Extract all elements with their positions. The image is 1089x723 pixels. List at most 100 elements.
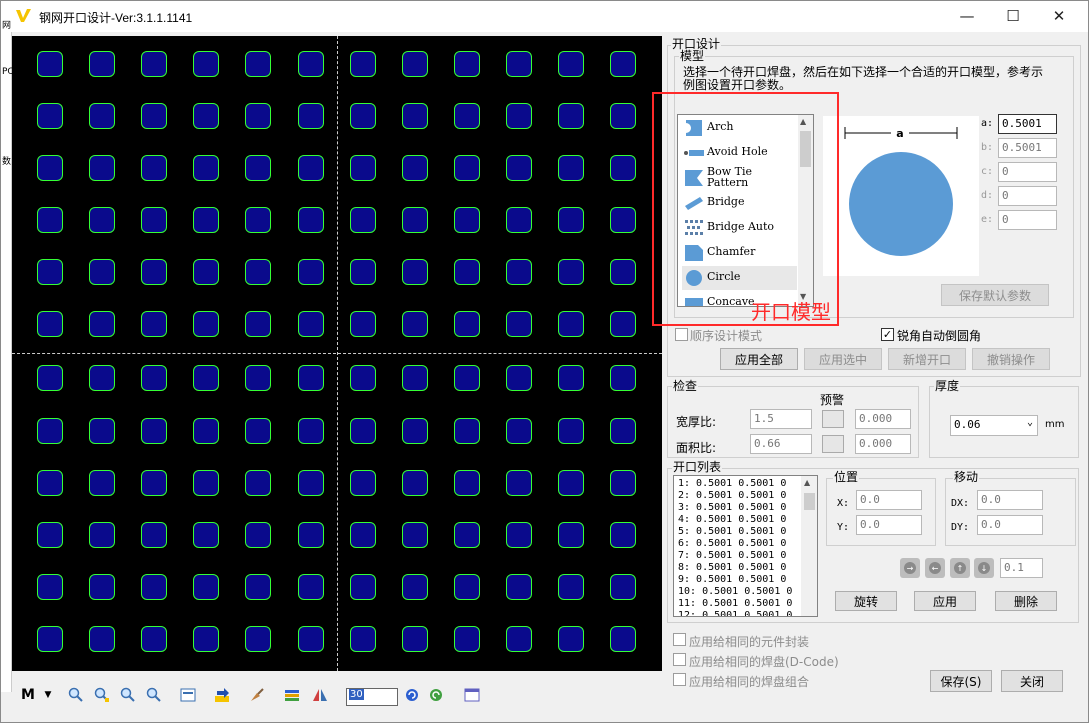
solder-pad[interactable] [37, 522, 63, 548]
solder-pad[interactable] [610, 418, 636, 444]
move-right-button[interactable]: → [900, 558, 920, 578]
apply-footprint-checkbox[interactable] [673, 633, 686, 646]
solder-pad[interactable] [454, 470, 480, 496]
solder-pad[interactable] [350, 155, 376, 181]
param-field[interactable]: 0.5001 [998, 138, 1057, 158]
apply-combo-checkbox[interactable] [673, 673, 686, 686]
y-field[interactable]: 0.0 [856, 515, 922, 535]
close-window-button[interactable]: ✕ [1036, 1, 1082, 31]
solder-pad[interactable] [610, 51, 636, 77]
zoom-out-icon[interactable] [118, 685, 138, 705]
solder-pad[interactable] [89, 207, 115, 233]
solder-pad[interactable] [193, 470, 219, 496]
param-field[interactable]: 0 [998, 162, 1057, 182]
solder-pad[interactable] [89, 51, 115, 77]
solder-pad[interactable] [506, 574, 532, 600]
list-item[interactable]: 8: 0.5001 0.5001 0 [678, 562, 786, 574]
solder-pad[interactable] [402, 574, 428, 600]
solder-pad[interactable] [193, 418, 219, 444]
solder-pad[interactable] [558, 155, 584, 181]
solder-pad[interactable] [402, 418, 428, 444]
solder-pad[interactable] [89, 418, 115, 444]
solder-pad[interactable] [506, 365, 532, 391]
solder-pad[interactable] [193, 51, 219, 77]
window-icon[interactable] [462, 685, 482, 705]
solder-pad[interactable] [402, 259, 428, 285]
solder-pad[interactable] [298, 207, 324, 233]
solder-pad[interactable] [298, 259, 324, 285]
solder-pad[interactable] [245, 51, 271, 77]
solder-pad[interactable] [610, 155, 636, 181]
thickness-select[interactable]: 0.06 ⌄ [950, 415, 1038, 436]
brush-icon[interactable] [246, 685, 266, 705]
export-icon[interactable] [212, 685, 232, 705]
solder-pad[interactable] [402, 207, 428, 233]
solder-pad[interactable] [193, 574, 219, 600]
solder-pad[interactable] [558, 51, 584, 77]
move-down-button[interactable]: ↓ [974, 558, 994, 578]
solder-pad[interactable] [298, 626, 324, 652]
solder-pad[interactable] [193, 311, 219, 337]
solder-pad[interactable] [454, 626, 480, 652]
solder-pad[interactable] [37, 574, 63, 600]
area-warning-field[interactable]: 0.000 [855, 434, 911, 454]
solder-pad[interactable] [89, 365, 115, 391]
solder-pad[interactable] [402, 51, 428, 77]
solder-pad[interactable] [506, 418, 532, 444]
param-field[interactable]: 0 [998, 186, 1057, 206]
apply-dcode-checkbox[interactable] [673, 653, 686, 666]
solder-pad[interactable] [245, 311, 271, 337]
solder-pad[interactable] [141, 311, 167, 337]
solder-pad[interactable] [245, 365, 271, 391]
solder-pad[interactable] [89, 259, 115, 285]
solder-pad[interactable] [350, 259, 376, 285]
solder-pad[interactable] [298, 311, 324, 337]
solder-pad[interactable] [558, 574, 584, 600]
solder-pad[interactable] [558, 365, 584, 391]
solder-pad[interactable] [89, 103, 115, 129]
solder-pad[interactable] [558, 522, 584, 548]
solder-pad[interactable] [37, 470, 63, 496]
solder-pad[interactable] [506, 522, 532, 548]
chevron-down-icon[interactable]: ▼ [38, 685, 58, 705]
solder-pad[interactable] [506, 259, 532, 285]
opening-list[interactable]: 1: 0.5001 0.5001 0 2: 0.5001 0.5001 0 3: 0… [673, 475, 818, 617]
solder-pad[interactable] [141, 207, 167, 233]
view-icon[interactable] [178, 685, 198, 705]
solder-pad[interactable] [37, 51, 63, 77]
solder-pad[interactable] [610, 522, 636, 548]
zoom-fit-icon[interactable] [144, 685, 164, 705]
mirror-icon[interactable] [310, 685, 330, 705]
solder-pad[interactable] [141, 365, 167, 391]
solder-pad[interactable] [245, 418, 271, 444]
solder-pad[interactable] [350, 365, 376, 391]
list-item[interactable]: 9: 0.5001 0.5001 0 [678, 574, 786, 586]
solder-pad[interactable] [245, 522, 271, 548]
solder-pad[interactable] [454, 522, 480, 548]
list-item[interactable]: 11: 0.5001 0.5001 0 [678, 598, 792, 610]
solder-pad[interactable] [402, 365, 428, 391]
solder-pad[interactable] [610, 470, 636, 496]
solder-pad[interactable] [141, 626, 167, 652]
solder-pad[interactable] [610, 574, 636, 600]
solder-pad[interactable] [454, 259, 480, 285]
solder-pad[interactable] [558, 418, 584, 444]
solder-pad[interactable] [402, 470, 428, 496]
solder-pad[interactable] [245, 207, 271, 233]
solder-pad[interactable] [89, 470, 115, 496]
solder-pad[interactable] [506, 155, 532, 181]
solder-pad[interactable] [506, 51, 532, 77]
list-item[interactable]: 4: 0.5001 0.5001 0 [678, 514, 786, 526]
solder-pad[interactable] [193, 207, 219, 233]
solder-pad[interactable] [506, 311, 532, 337]
solder-pad[interactable] [454, 103, 480, 129]
rotate-cw-icon[interactable] [402, 685, 422, 705]
solder-pad[interactable] [506, 626, 532, 652]
solder-pad[interactable] [558, 311, 584, 337]
maximize-button[interactable]: ☐ [990, 1, 1036, 31]
solder-pad[interactable] [298, 51, 324, 77]
solder-pad[interactable] [610, 311, 636, 337]
solder-pad[interactable] [506, 207, 532, 233]
solder-pad[interactable] [610, 207, 636, 233]
layers-icon[interactable] [282, 685, 302, 705]
